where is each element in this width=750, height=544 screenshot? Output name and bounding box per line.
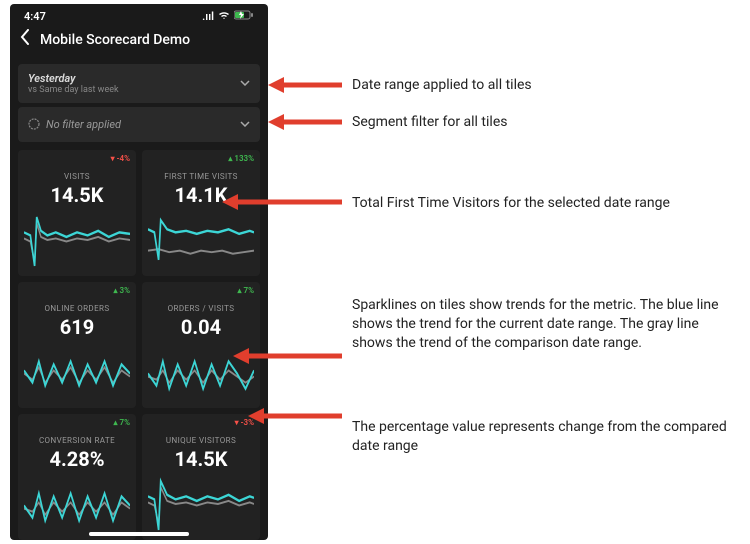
annotation-text: Total First Time Visitors for the select… xyxy=(352,194,670,213)
sparkline xyxy=(24,211,130,272)
tile-online-orders[interactable]: ▴ 3% ONLINE ORDERS 619 xyxy=(18,282,136,408)
arrow-icon xyxy=(248,407,342,425)
caret-down-icon: ▾ xyxy=(235,418,239,427)
phone-frame: 4:47 .ııl Mobile Scorecard Demo Yesterda… xyxy=(10,4,268,540)
metric-label: CONVERSION RATE xyxy=(24,436,130,445)
caret-up-icon: ▴ xyxy=(114,418,118,427)
segment-filter-dropdown[interactable]: No filter applied xyxy=(18,107,260,142)
delta-badge: ▾ -4% xyxy=(111,154,130,163)
caret-up-icon: ▴ xyxy=(114,286,118,295)
tile-orders-per-visits[interactable]: ▴ 7% ORDERS / VISITS 0.04 xyxy=(142,282,260,408)
delta-badge: ▴ 133% xyxy=(228,154,254,163)
caret-up-icon: ▴ xyxy=(238,286,242,295)
date-range-label: Yesterday xyxy=(28,72,119,85)
metric-label: VISITS xyxy=(24,172,130,181)
metric-label: FIRST TIME VISITS xyxy=(148,172,254,181)
caret-down-icon: ▾ xyxy=(111,154,115,163)
metric-label: ONLINE ORDERS xyxy=(24,304,130,313)
metric-value: 14.5K xyxy=(148,447,254,471)
sparkline xyxy=(148,211,254,272)
arrow-icon xyxy=(268,76,342,94)
metric-value: 14.5K xyxy=(24,183,130,207)
signal-icon: .ııl xyxy=(202,10,214,23)
annotation-text: The percentage value represents change f… xyxy=(352,418,742,456)
delta-badge: ▴ 3% xyxy=(114,286,131,295)
arrow-icon xyxy=(233,347,342,365)
metric-value: 4.28% xyxy=(24,447,130,471)
tile-visits[interactable]: ▾ -4% VISITS 14.5K xyxy=(18,150,136,276)
date-range-sub: vs Same day last week xyxy=(28,85,119,95)
tile-conversion-rate[interactable]: ▴ 7% CONVERSION RATE 4.28% xyxy=(18,414,136,540)
back-button[interactable] xyxy=(20,29,30,50)
arrow-icon xyxy=(268,113,342,131)
metric-label: UNIQUE VISITORS xyxy=(148,436,254,445)
page-title: Mobile Scorecard Demo xyxy=(40,32,190,48)
chevron-down-icon xyxy=(240,119,250,130)
status-right: .ııl xyxy=(202,10,254,23)
metric-value: 619 xyxy=(24,315,130,339)
delta-badge: ▴ 7% xyxy=(114,418,131,427)
chevron-down-icon xyxy=(240,78,250,89)
annotation-text: Segment filter for all tiles xyxy=(352,113,507,132)
delta-badge: ▴ 7% xyxy=(238,286,255,295)
metric-value: 0.04 xyxy=(148,315,254,339)
arrow-icon xyxy=(222,193,342,211)
home-indicator xyxy=(89,532,189,536)
status-bar: 4:47 .ııl xyxy=(10,4,268,25)
sparkline xyxy=(24,475,130,536)
filter-label: No filter applied xyxy=(46,118,121,131)
tile-first-time-visits[interactable]: ▴ 133% FIRST TIME VISITS 14.1K xyxy=(142,150,260,276)
annotation-text: Sparklines on tiles show trends for the … xyxy=(352,296,742,353)
date-range-dropdown[interactable]: Yesterday vs Same day last week xyxy=(18,64,260,103)
battery-icon xyxy=(234,10,254,23)
metric-label: ORDERS / VISITS xyxy=(148,304,254,313)
filter-icon xyxy=(28,115,40,134)
sparkline xyxy=(24,343,130,404)
caret-up-icon: ▴ xyxy=(228,154,232,163)
sparkline xyxy=(148,475,254,536)
wifi-icon xyxy=(218,10,230,23)
tile-unique-visitors[interactable]: ▾ -3% UNIQUE VISITORS 14.5K xyxy=(142,414,260,540)
status-time: 4:47 xyxy=(24,10,46,23)
annotation-text: Date range applied to all tiles xyxy=(352,76,532,95)
title-bar: Mobile Scorecard Demo xyxy=(10,25,268,60)
